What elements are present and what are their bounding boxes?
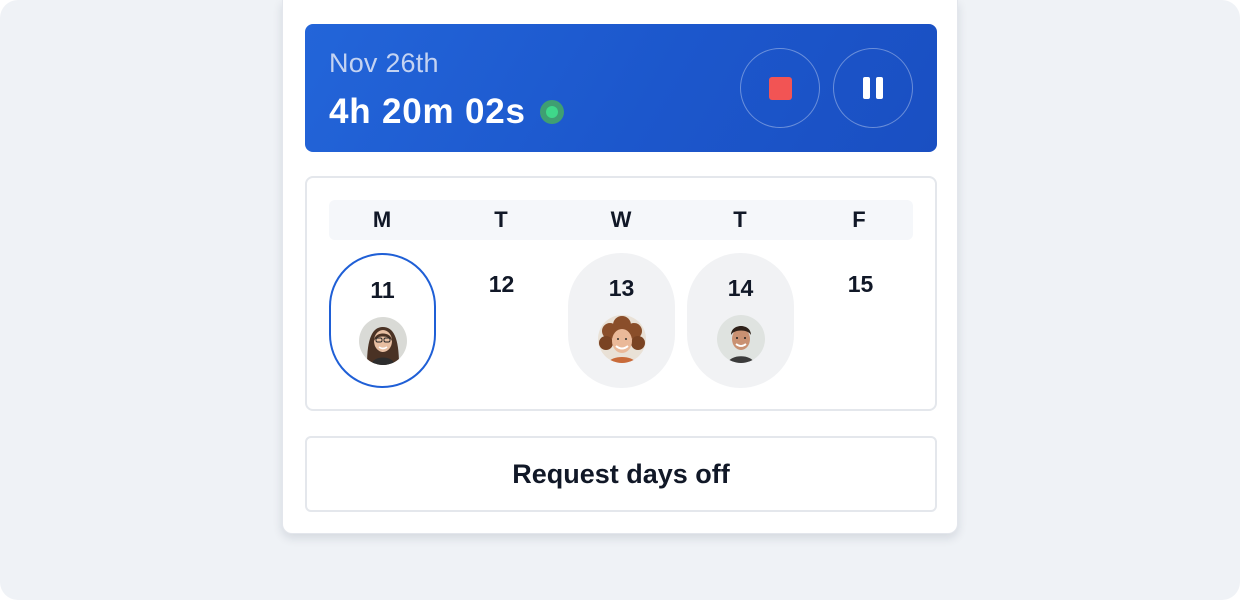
timer-panel: Nov 26th 4h 20m 02s	[305, 24, 937, 152]
weekday-label: W	[610, 207, 632, 232]
avatar	[358, 317, 407, 365]
day-cell-13[interactable]: 13	[568, 253, 675, 388]
weekday-label: T	[733, 207, 747, 232]
day-number: 15	[847, 271, 874, 297]
time-off-card: Nov 26th 4h 20m 02s M T W T F 11 12 13 1…	[282, 0, 958, 534]
elapsed-time: 4h 20m 02s	[329, 92, 526, 131]
day-number: 11	[370, 277, 395, 303]
page-background: Nov 26th 4h 20m 02s M T W T F 11 12 13 1…	[0, 0, 1240, 600]
day-cell-15[interactable]: 15	[807, 253, 914, 388]
stop-icon	[768, 76, 792, 100]
day-cell-12[interactable]: 12	[448, 253, 555, 388]
week-calendar: M T W T F 11 12 13 14 15	[305, 176, 937, 411]
avatar	[597, 315, 646, 363]
pause-button[interactable]	[833, 48, 913, 128]
pause-icon	[863, 77, 883, 99]
weekday-label: M	[372, 207, 392, 232]
weekday-label: T	[494, 207, 508, 232]
day-number: 12	[488, 271, 515, 297]
weekday-header: M T W T F	[329, 200, 913, 240]
avatar	[716, 315, 765, 363]
timer-elapsed: 4h 20m 02s	[329, 92, 564, 132]
day-number: 14	[727, 275, 754, 301]
live-status-icon	[539, 100, 564, 124]
day-cell-11[interactable]: 11	[329, 253, 436, 388]
day-cell-14[interactable]: 14	[687, 253, 794, 388]
stop-button[interactable]	[740, 48, 820, 128]
timer-date: Nov 26th	[329, 48, 439, 78]
request-days-off-button[interactable]: Request days off	[305, 436, 937, 512]
day-number: 13	[608, 275, 635, 301]
weekday-label: F	[852, 207, 866, 232]
